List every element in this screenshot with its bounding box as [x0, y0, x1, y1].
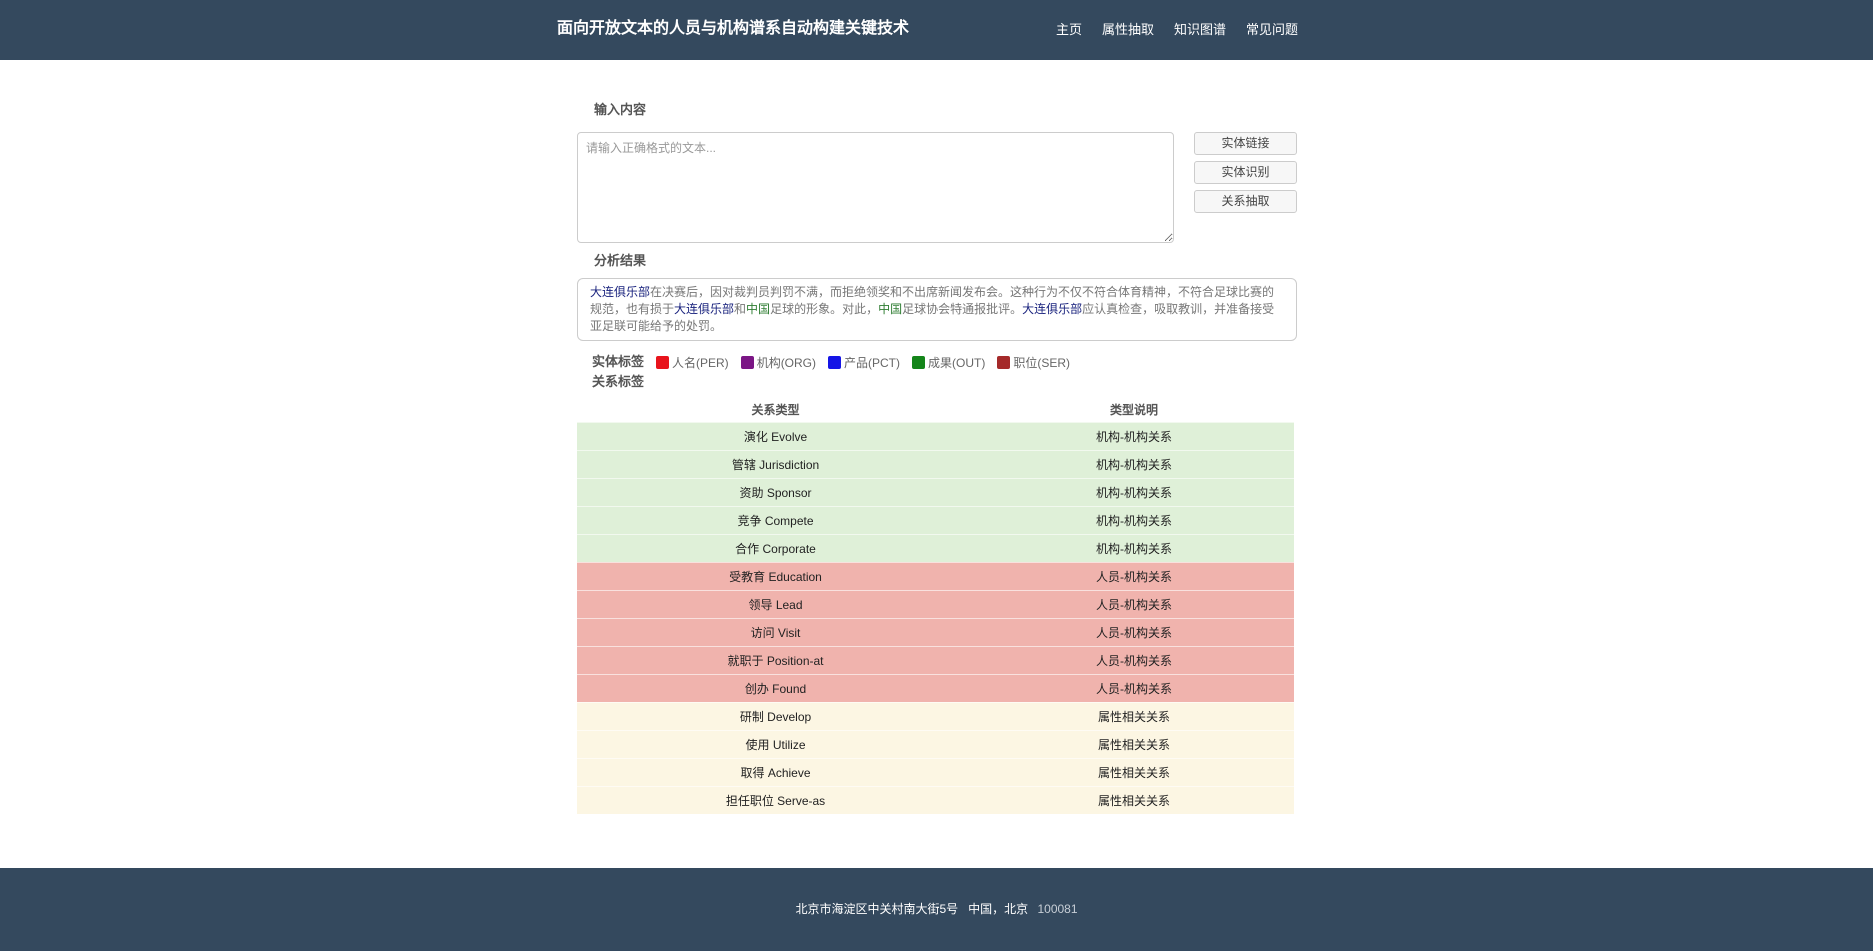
type-description-cell: 属性相关关系	[974, 785, 1294, 814]
table-row: 合作 Corporate 机构-机构关系	[577, 533, 1294, 562]
entity-org-highlight: 大连俱乐部	[674, 302, 735, 316]
type-description-cell: 机构-机构关系	[974, 421, 1294, 450]
table-row: 研制 Develop 属性相关关系	[577, 701, 1294, 730]
entity-legend: 实体标签 人名(PER) 机构(ORG) 产品(PCT) 成果(OUT) 职位(SER)	[577, 352, 1297, 372]
entity-recognition-button[interactable]: 实体识别	[1194, 161, 1297, 184]
table-row: 取得 Achieve 属性相关关系	[577, 757, 1294, 786]
type-description-cell: 人员-机构关系	[974, 645, 1294, 674]
result-text-segment: 足球协会特通报批评。	[902, 302, 1023, 316]
relation-type-cell: 受教育 Education	[577, 561, 974, 590]
table-row: 资助 Sponsor 机构-机构关系	[577, 477, 1294, 506]
legend-item-label: 人名(PER)	[672, 355, 729, 370]
relation-type-cell: 使用 Utilize	[577, 729, 974, 758]
entity-legend-item: 职位(SER)	[997, 354, 1070, 371]
footer-address: 北京市海淀区中关村南大街5号 中国，北京	[795, 902, 1029, 916]
type-description-cell: 机构-机构关系	[974, 533, 1294, 562]
table-row: 受教育 Education 人员-机构关系	[577, 561, 1294, 590]
entity-loc-highlight: 中国	[746, 302, 771, 316]
footer: 北京市海淀区中关村南大街5号 中国，北京 100081	[0, 868, 1873, 951]
table-row: 使用 Utilize 属性相关关系	[577, 729, 1294, 758]
site-title[interactable]: 面向开放文本的人员与机构谱系自动构建关键技术	[557, 17, 909, 41]
relation-type-cell: 领导 Lead	[577, 589, 974, 618]
relation-type-cell: 访问 Visit	[577, 617, 974, 646]
entity-linking-button[interactable]: 实体链接	[1194, 132, 1297, 155]
input-label: 输入内容	[594, 102, 647, 117]
relation-extraction-button[interactable]: 关系抽取	[1194, 190, 1297, 213]
entity-org-highlight: 大连俱乐部	[1022, 302, 1083, 316]
nav-link-faq[interactable]: 常见问题	[1246, 20, 1298, 40]
type-description-cell: 机构-机构关系	[974, 505, 1294, 534]
top-navbar: 面向开放文本的人员与机构谱系自动构建关键技术 主页 属性抽取 知识图谱 常见问题	[0, 0, 1873, 60]
relation-label-title: 关系标签	[592, 374, 645, 389]
legend-color-swatch	[997, 355, 1011, 369]
table-row: 就职于 Position-at 人员-机构关系	[577, 645, 1294, 674]
type-description-cell: 属性相关关系	[974, 757, 1294, 786]
relation-type-cell: 创办 Found	[577, 673, 974, 702]
type-description-cell: 属性相关关系	[974, 729, 1294, 758]
nav-link-knowledge-graph[interactable]: 知识图谱	[1174, 20, 1226, 40]
table-row: 竞争 Compete 机构-机构关系	[577, 505, 1294, 534]
column-header-type-description: 类型说明	[1109, 403, 1158, 418]
table-row: 担任职位 Serve-as 属性相关关系	[577, 785, 1294, 814]
relation-type-cell: 管辖 Jurisdiction	[577, 449, 974, 478]
relation-type-cell: 演化 Evolve	[577, 421, 974, 450]
legend-color-swatch	[828, 355, 842, 369]
footer-address-line: 北京市海淀区中关村南大街5号 中国，北京 100081	[0, 900, 1873, 917]
entity-legend-items: 人名(PER) 机构(ORG) 产品(PCT) 成果(OUT) 职位(SER)	[656, 354, 1082, 371]
result-text-segment: 和	[734, 302, 747, 316]
table-row: 管辖 Jurisdiction 机构-机构关系	[577, 449, 1294, 478]
table-row: 领导 Lead 人员-机构关系	[577, 589, 1294, 618]
type-description-cell: 人员-机构关系	[974, 673, 1294, 702]
type-description-cell: 机构-机构关系	[974, 449, 1294, 478]
entity-label-title: 实体标签	[592, 354, 645, 369]
legend-item-label: 成果(OUT)	[928, 355, 986, 370]
legend-item-label: 产品(PCT)	[844, 355, 901, 370]
relation-type-cell: 担任职位 Serve-as	[577, 785, 974, 814]
nav-link-attribute-extraction[interactable]: 属性抽取	[1102, 20, 1154, 40]
table-row: 访问 Visit 人员-机构关系	[577, 617, 1294, 646]
legend-item-label: 机构(ORG)	[756, 355, 817, 370]
legend-color-swatch	[740, 355, 754, 369]
table-row: 演化 Evolve 机构-机构关系	[577, 421, 1294, 450]
relation-type-cell: 合作 Corporate	[577, 533, 974, 562]
relation-type-cell: 资助 Sponsor	[577, 477, 974, 506]
type-description-cell: 人员-机构关系	[974, 589, 1294, 618]
relation-type-cell: 竞争 Compete	[577, 505, 974, 534]
type-description-cell: 属性相关关系	[974, 701, 1294, 730]
nav-link-home[interactable]: 主页	[1056, 20, 1082, 40]
relation-table-header: 关系类型 类型说明	[577, 398, 1294, 422]
analysis-result: 大连俱乐部在决赛后，因对裁判员判罚不满，而拒绝领奖和不出席新闻发布会。这种行为不…	[577, 278, 1297, 341]
table-row: 创办 Found 人员-机构关系	[577, 673, 1294, 702]
text-input[interactable]	[577, 132, 1174, 243]
relation-type-cell: 研制 Develop	[577, 701, 974, 730]
entity-loc-highlight: 中国	[878, 302, 903, 316]
entity-legend-item: 人名(PER)	[656, 354, 729, 371]
relation-type-cell: 就职于 Position-at	[577, 645, 974, 674]
result-label: 分析结果	[594, 253, 647, 268]
type-description-cell: 机构-机构关系	[974, 477, 1294, 506]
entity-org-highlight: 大连俱乐部	[590, 285, 651, 299]
legend-color-swatch	[656, 355, 670, 369]
footer-zip: 100081	[1037, 902, 1078, 916]
input-row: 实体链接 实体识别 关系抽取	[577, 132, 1297, 243]
type-description-cell: 人员-机构关系	[974, 617, 1294, 646]
relation-table: 关系类型 类型说明 演化 Evolve 机构-机构关系 管辖 Jurisdictio…	[577, 398, 1294, 814]
legend-item-label: 职位(SER)	[1013, 355, 1071, 370]
entity-legend-item: 机构(ORG)	[740, 354, 817, 371]
relation-type-cell: 取得 Achieve	[577, 757, 974, 786]
result-text-segment: 足球的形象。对此，	[770, 302, 879, 316]
entity-legend-item: 产品(PCT)	[828, 354, 900, 371]
legend-color-swatch	[912, 355, 926, 369]
type-description-cell: 人员-机构关系	[974, 561, 1294, 590]
nav-menu: 主页 属性抽取 知识图谱 常见问题	[1056, 20, 1298, 40]
column-header-relation-type: 关系类型	[751, 403, 800, 418]
main-content: 输入内容 实体链接 实体识别 关系抽取 分析结果 大连俱乐部在决赛后，因对裁判员…	[577, 100, 1297, 814]
entity-legend-item: 成果(OUT)	[912, 354, 985, 371]
action-buttons: 实体链接 实体识别 关系抽取	[1194, 132, 1297, 243]
